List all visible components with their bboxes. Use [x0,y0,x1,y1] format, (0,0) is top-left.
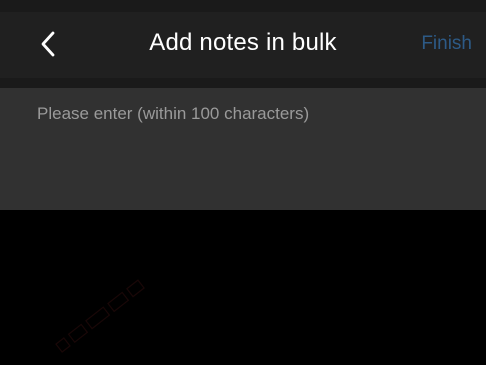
finish-button[interactable]: Finish [421,31,472,57]
page-title: Add notes in bulk [149,29,337,56]
screen: Add notes in bulk Finish [0,0,486,365]
status-bar-strip [0,0,486,12]
notes-input[interactable] [0,88,486,210]
watermark-graphic [55,279,145,353]
header-divider [0,78,486,88]
navigation-bar: Add notes in bulk Finish [0,0,486,88]
notes-input-container [0,88,486,210]
